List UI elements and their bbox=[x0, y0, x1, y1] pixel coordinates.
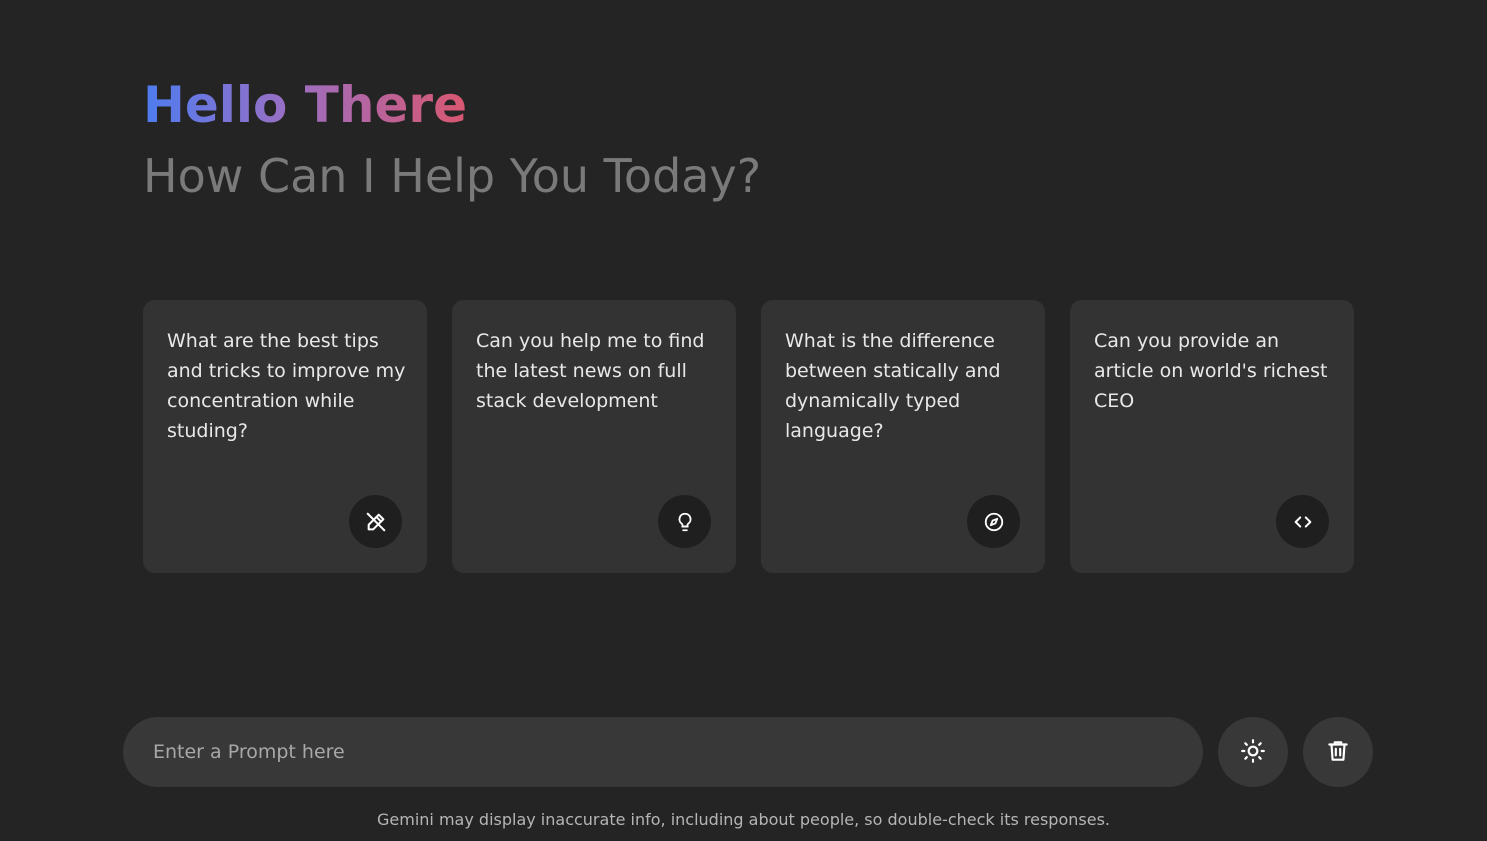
suggestion-card[interactable]: What are the best tips and tricks to imp… bbox=[143, 300, 427, 573]
draw-icon bbox=[349, 495, 402, 548]
page-title: Hello There bbox=[143, 72, 467, 138]
delete-chat-button[interactable] bbox=[1303, 717, 1373, 787]
suggestion-text: Can you help me to find the latest news … bbox=[476, 330, 705, 412]
suggestion-text: What is the difference between staticall… bbox=[785, 330, 1001, 442]
suggestion-card[interactable]: What is the difference between staticall… bbox=[761, 300, 1045, 573]
explore-icon bbox=[967, 495, 1020, 548]
page-subtitle: How Can I Help You Today? bbox=[143, 149, 762, 203]
theme-toggle-button[interactable] bbox=[1218, 717, 1288, 787]
prompt-bar bbox=[123, 717, 1373, 787]
code-icon bbox=[1276, 495, 1329, 548]
greeting-header: Hello There How Can I Help You Today? bbox=[143, 72, 761, 206]
suggestion-card[interactable]: Can you provide an article on world's ri… bbox=[1070, 300, 1354, 573]
prompt-input[interactable] bbox=[123, 717, 1203, 787]
suggestion-card[interactable]: Can you help me to find the latest news … bbox=[452, 300, 736, 573]
suggestion-text: Can you provide an article on world's ri… bbox=[1094, 330, 1328, 412]
disclaimer-text: Gemini may display inaccurate info, incl… bbox=[377, 810, 1110, 829]
lightbulb-icon bbox=[658, 495, 711, 548]
suggestion-list: What are the best tips and tricks to imp… bbox=[143, 300, 1354, 573]
trash-icon bbox=[1325, 738, 1351, 767]
suggestion-text: What are the best tips and tricks to imp… bbox=[167, 330, 406, 442]
sun-icon bbox=[1240, 738, 1266, 767]
